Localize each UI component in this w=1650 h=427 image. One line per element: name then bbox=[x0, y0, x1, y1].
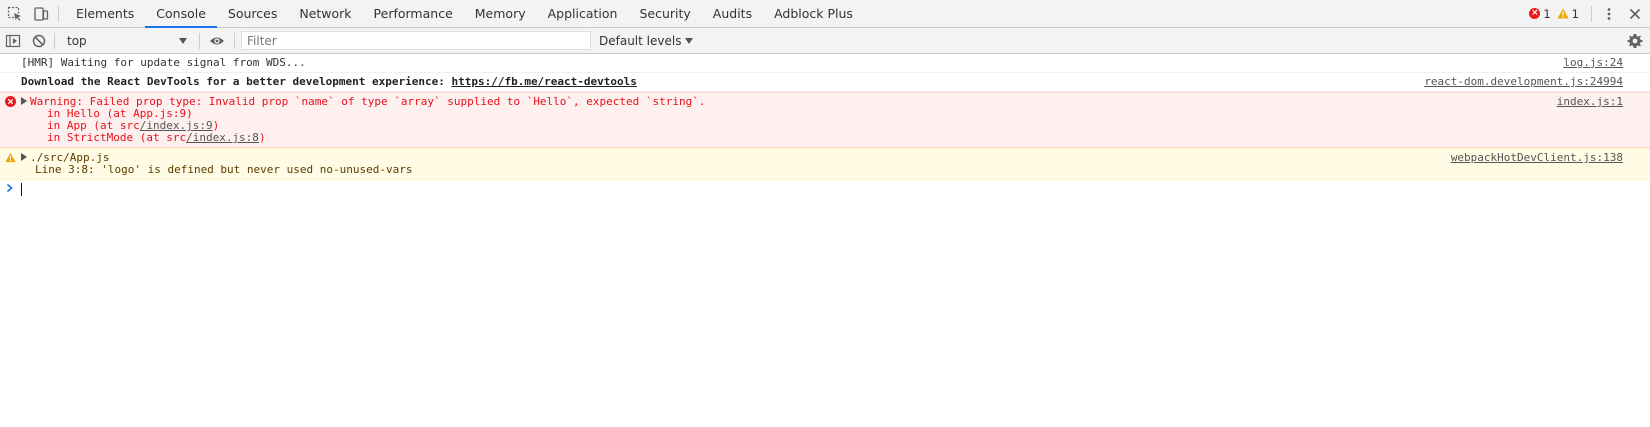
tab-audits[interactable]: Audits bbox=[702, 0, 763, 27]
source-link[interactable]: react-dom.development.js:24994 bbox=[1424, 76, 1623, 88]
prompt-chevron-icon bbox=[6, 183, 13, 193]
tab-memory[interactable]: Memory bbox=[464, 0, 537, 27]
device-toolbar-icon[interactable] bbox=[28, 0, 54, 28]
console-message-info: Download the React DevTools for a better… bbox=[0, 73, 1650, 92]
error-counter[interactable]: × 1 bbox=[1529, 6, 1551, 21]
toolbar-divider bbox=[199, 32, 200, 49]
react-devtools-link[interactable]: https://fb.me/react-devtools bbox=[451, 75, 636, 88]
console-message-warning: ./src/App.js Line 3:8: 'logo' is defined… bbox=[0, 148, 1650, 180]
stack-line: in StrictMode (at src/index.js:8) bbox=[47, 131, 266, 144]
console-settings-gear-icon[interactable] bbox=[1622, 27, 1648, 55]
console-message-error: Warning: Failed prop type: Invalid prop … bbox=[0, 92, 1650, 148]
inspect-element-icon[interactable] bbox=[2, 0, 28, 28]
message-text: Download the React DevTools for a better… bbox=[21, 75, 452, 88]
error-icon bbox=[5, 96, 16, 107]
console-messages: [HMR] Waiting for update signal from WDS… bbox=[0, 54, 1650, 198]
context-selector[interactable]: top bbox=[61, 31, 193, 51]
console-prompt[interactable] bbox=[0, 180, 1650, 198]
context-label: top bbox=[67, 33, 87, 48]
eye-icon[interactable] bbox=[204, 27, 230, 55]
close-icon[interactable] bbox=[1622, 0, 1648, 28]
devtools-tab-bar: Elements Console Sources Network Perform… bbox=[0, 0, 1650, 28]
dropdown-arrow-icon bbox=[685, 37, 694, 44]
tab-security[interactable]: Security bbox=[628, 0, 701, 27]
error-icon: × bbox=[1529, 8, 1541, 19]
tab-performance[interactable]: Performance bbox=[363, 0, 464, 27]
error-count: 1 bbox=[1543, 6, 1551, 21]
toolbar-divider bbox=[58, 6, 59, 22]
log-levels-label: Default levels bbox=[599, 33, 682, 48]
expand-triangle-icon[interactable] bbox=[21, 97, 27, 105]
stack-source-link[interactable]: /index.js:8 bbox=[186, 131, 259, 144]
more-options-icon[interactable] bbox=[1596, 0, 1622, 28]
tab-console[interactable]: Console bbox=[145, 0, 217, 28]
source-link[interactable]: webpackHotDevClient.js:138 bbox=[1451, 152, 1623, 164]
warning-detail: Line 3:8: 'logo' is defined but never us… bbox=[35, 163, 413, 176]
console-toolbar: top Default levels bbox=[0, 28, 1650, 54]
toolbar-divider bbox=[54, 32, 55, 49]
expand-triangle-icon[interactable] bbox=[21, 153, 27, 161]
warning-count: 1 bbox=[1571, 6, 1579, 21]
text-caret bbox=[21, 183, 22, 196]
dropdown-arrow-icon bbox=[179, 37, 187, 44]
tab-application[interactable]: Application bbox=[537, 0, 629, 27]
message-text: [HMR] Waiting for update signal from WDS… bbox=[21, 56, 306, 69]
issue-counters[interactable]: × 1 1 bbox=[1529, 0, 1587, 27]
tab-adblock-plus[interactable]: Adblock Plus bbox=[763, 0, 864, 27]
source-link[interactable]: log.js:24 bbox=[1563, 57, 1623, 69]
clear-console-icon[interactable] bbox=[26, 27, 52, 55]
tab-sources[interactable]: Sources bbox=[217, 0, 288, 27]
filter-input[interactable] bbox=[241, 31, 591, 50]
source-link[interactable]: index.js:1 bbox=[1557, 96, 1623, 108]
tab-elements[interactable]: Elements bbox=[65, 0, 145, 27]
console-message-log: [HMR] Waiting for update signal from WDS… bbox=[0, 54, 1650, 73]
warning-icon bbox=[1557, 8, 1569, 19]
log-levels-dropdown[interactable]: Default levels bbox=[599, 33, 694, 48]
warning-counter[interactable]: 1 bbox=[1557, 7, 1579, 21]
show-sidebar-icon[interactable] bbox=[0, 27, 26, 55]
stack-line: in Hello (at App.js:9) bbox=[47, 107, 193, 120]
toolbar-divider bbox=[234, 32, 235, 49]
toolbar-divider bbox=[1591, 6, 1592, 22]
warning-icon bbox=[5, 152, 16, 163]
tab-network[interactable]: Network bbox=[288, 0, 362, 27]
